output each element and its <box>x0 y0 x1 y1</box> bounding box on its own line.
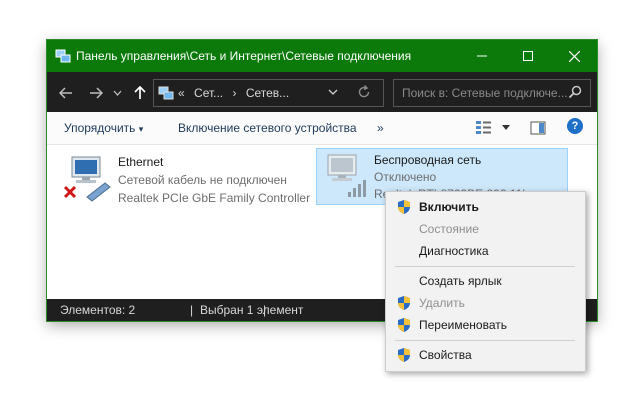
ethernet-adapter-icon <box>63 156 111 202</box>
caret-down-icon: ▾ <box>138 124 144 134</box>
connection-status: Отключено <box>374 170 437 184</box>
forward-button[interactable] <box>87 84 105 102</box>
caret-down-icon[interactable] <box>502 125 510 131</box>
help-button[interactable]: ? <box>567 118 583 134</box>
wireless-adapter-icon <box>327 154 366 197</box>
red-x-icon <box>63 185 77 199</box>
chevron-down-icon[interactable] <box>328 85 338 99</box>
arrow-up-icon <box>134 86 146 99</box>
menu-item-label: Создать ярлык <box>419 274 502 288</box>
refresh-icon[interactable] <box>356 84 372 100</box>
status-separator: | <box>190 303 194 317</box>
title-bar[interactable]: Панель управления\Сеть и Интернет\Сетевы… <box>47 40 597 72</box>
menu-separator <box>395 266 575 267</box>
menu-item-enable[interactable]: Включить <box>386 196 585 218</box>
selection-count: Выбран 1 элемент <box>200 303 304 317</box>
arrow-right-icon <box>90 87 103 99</box>
item-count: Элементов: 2 <box>60 303 136 317</box>
search-box[interactable]: Поиск в: Сетевые подключе... <box>393 79 591 107</box>
connection-item-ethernet[interactable]: Ethernet Сетевой кабель не подключен Rea… <box>63 151 323 207</box>
organize-label: Упорядочить <box>64 121 136 135</box>
menu-item-status: Состояние <box>386 218 585 240</box>
organize-menu-button[interactable]: Упорядочить ▾ <box>64 121 143 135</box>
menu-item-delete: Удалить <box>386 292 585 314</box>
maximize-button[interactable] <box>505 40 551 72</box>
connection-name: Беспроводная сеть <box>374 153 482 167</box>
up-button[interactable] <box>131 84 149 102</box>
menu-item-label: Включить <box>419 200 479 214</box>
search-icon[interactable] <box>568 85 582 99</box>
connection-status: Сетевой кабель не подключен <box>118 173 287 187</box>
network-folder-icon <box>55 49 71 63</box>
breadcrumb-item-network[interactable]: Сет... <box>194 86 223 100</box>
menu-item-rename[interactable]: Переименовать <box>386 314 585 336</box>
menu-item-properties[interactable]: Свойства <box>386 344 585 366</box>
more-commands-button[interactable]: » <box>377 121 384 135</box>
minimize-button[interactable] <box>459 40 505 72</box>
chevron-down-icon <box>113 90 121 96</box>
menu-item-label: Свойства <box>419 348 472 362</box>
preview-pane-icon[interactable] <box>530 120 546 136</box>
breadcrumb-overflow[interactable]: « <box>178 86 185 100</box>
back-button[interactable] <box>57 84 75 102</box>
menu-item-label: Состояние <box>419 222 479 236</box>
window-title: Панель управления\Сеть и Интернет\Сетевы… <box>76 49 412 63</box>
menu-item-diagnose[interactable]: Диагностика <box>386 240 585 262</box>
network-folder-icon <box>158 86 174 100</box>
close-icon <box>568 50 580 62</box>
status-separator: | <box>263 303 267 317</box>
minimize-icon <box>477 55 487 57</box>
search-input[interactable]: Поиск в: Сетевые подключе... <box>402 86 568 100</box>
connection-device: Realtek PCIe GbE Family Controller <box>118 191 311 205</box>
uac-shield-icon <box>398 296 410 310</box>
view-options-icon[interactable] <box>475 120 493 136</box>
enable-device-button[interactable]: Включение сетевого устройства <box>178 121 357 135</box>
address-bar[interactable]: « Сет... › Сетев... <box>153 79 384 107</box>
close-button[interactable] <box>551 40 597 72</box>
context-menu: Включить Состояние Диагностика Создать я… <box>385 191 586 372</box>
chevron-right-icon: › <box>232 86 237 100</box>
command-bar: Упорядочить ▾ Включение сетевого устройс… <box>47 112 597 145</box>
connection-name: Ethernet <box>118 155 164 169</box>
menu-item-label: Переименовать <box>419 318 507 332</box>
breadcrumb-item-connections[interactable]: Сетев... <box>246 86 289 100</box>
menu-item-label: Удалить <box>419 296 465 310</box>
breadcrumb: « Сет... › Сетев... <box>178 86 295 100</box>
uac-shield-icon <box>398 318 410 332</box>
menu-item-label: Диагностика <box>419 244 489 258</box>
help-icon: ? <box>571 120 579 132</box>
recent-locations-button[interactable] <box>111 84 123 102</box>
uac-shield-icon <box>398 348 410 362</box>
maximize-icon <box>523 51 533 61</box>
uac-shield-icon <box>398 200 410 214</box>
menu-separator <box>395 340 575 341</box>
navigation-bar: « Сет... › Сетев... Поиск в: Сетевые под… <box>47 72 597 112</box>
menu-item-create-shortcut[interactable]: Создать ярлык <box>386 270 585 292</box>
arrow-left-icon <box>59 87 72 99</box>
